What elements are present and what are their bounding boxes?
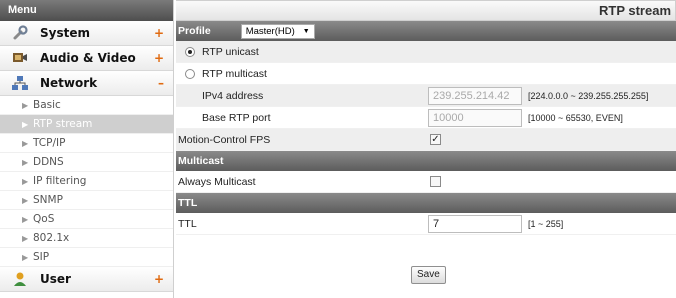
motion-fps-row: Motion-Control FPS ✓ — [176, 129, 676, 151]
ipv4-row: IPv4 address 239.255.214.42 [224.0.0.0 ~… — [176, 85, 676, 107]
sidebar-category-label: User — [40, 272, 71, 286]
sidebar-item-rtp-stream[interactable]: ▶ RTP stream — [0, 115, 173, 134]
sidebar-item-ip-filtering[interactable]: ▶ IP filtering — [0, 172, 173, 191]
bullet-arrow-icon: ▶ — [22, 215, 29, 224]
expand-icon[interactable]: + — [154, 26, 164, 40]
base-port-label: Base RTP port — [202, 111, 271, 124]
ttl-label: TTL — [178, 217, 197, 230]
bullet-arrow-icon: ▶ — [22, 139, 29, 148]
rtp-multicast-label: RTP multicast — [202, 67, 267, 80]
page-title: RTP stream — [176, 0, 676, 21]
base-port-field[interactable]: 10000 — [428, 108, 522, 127]
rtp-unicast-label: RTP unicast — [202, 45, 259, 58]
rtp-unicast-radio[interactable] — [185, 46, 195, 57]
ipv4-hint: [224.0.0.0 ~ 239.255.255.255] — [528, 90, 649, 101]
sidebar-item-ddns[interactable]: ▶ DDNS — [0, 153, 173, 172]
sidebar: Menu System + Audio & Video + Network – … — [0, 0, 174, 298]
bullet-arrow-icon: ▶ — [22, 120, 29, 129]
profile-label: Profile — [178, 25, 211, 37]
chevron-down-icon: ▼ — [302, 27, 310, 35]
expand-icon[interactable]: + — [154, 272, 164, 286]
base-port-hint: [10000 ~ 65530, EVEN] — [528, 112, 623, 123]
bullet-arrow-icon: ▶ — [22, 158, 29, 167]
collapse-icon[interactable]: – — [158, 76, 164, 90]
bullet-arrow-icon: ▶ — [22, 177, 29, 186]
sidebar-category-label: Audio & Video — [40, 51, 136, 65]
save-button[interactable]: Save — [411, 266, 446, 284]
profile-selected-value: Master(HD) — [245, 25, 295, 37]
bullet-arrow-icon: ▶ — [22, 101, 29, 110]
wrench-icon — [12, 25, 28, 41]
sidebar-category-label: Network — [40, 76, 98, 90]
menu-header: Menu — [0, 0, 173, 21]
media-icon — [12, 50, 28, 66]
user-icon — [12, 271, 28, 287]
bullet-arrow-icon: ▶ — [22, 196, 29, 205]
sidebar-item-tcp-ip[interactable]: ▶ TCP/IP — [0, 134, 173, 153]
sidebar-category-system[interactable]: System + — [0, 21, 173, 46]
rtp-multicast-row: RTP multicast — [176, 63, 676, 85]
sidebar-category-network[interactable]: Network – — [0, 71, 173, 96]
sidebar-item-snmp[interactable]: ▶ SNMP — [0, 191, 173, 210]
rtp-unicast-row: RTP unicast — [176, 41, 676, 63]
ttl-row: TTL 7 [1 ~ 255] — [176, 213, 676, 235]
ipv4-address-field[interactable]: 239.255.214.42 — [428, 86, 522, 105]
multicast-section-header: Multicast — [176, 151, 676, 171]
bullet-arrow-icon: ▶ — [22, 234, 29, 243]
sidebar-item-802-1x[interactable]: ▶ 802.1x — [0, 229, 173, 248]
ipv4-label: IPv4 address — [202, 89, 264, 102]
bullet-arrow-icon: ▶ — [22, 253, 29, 262]
ttl-hint: [1 ~ 255] — [528, 218, 564, 229]
expand-icon[interactable]: + — [154, 51, 164, 65]
always-multicast-checkbox[interactable] — [430, 176, 441, 187]
base-port-row: Base RTP port 10000 [10000 ~ 65530, EVEN… — [176, 107, 676, 129]
profile-select[interactable]: Master(HD) ▼ — [240, 23, 315, 39]
sidebar-category-user[interactable]: User + — [0, 267, 173, 292]
ttl-field[interactable]: 7 — [428, 214, 522, 233]
sidebar-category-audio-video[interactable]: Audio & Video + — [0, 46, 173, 71]
sidebar-item-sip[interactable]: ▶ SIP — [0, 248, 173, 267]
network-icon — [12, 75, 28, 91]
rtp-multicast-radio[interactable] — [185, 68, 195, 79]
motion-fps-label: Motion-Control FPS — [178, 133, 271, 146]
main-panel: RTP stream Profile Master(HD) ▼ RTP unic… — [176, 0, 676, 298]
sidebar-item-basic[interactable]: ▶ Basic — [0, 96, 173, 115]
profile-section-header: Profile Master(HD) ▼ — [176, 21, 676, 41]
motion-fps-checkbox[interactable]: ✓ — [430, 134, 441, 145]
ttl-section-header: TTL — [176, 193, 676, 213]
sidebar-item-qos[interactable]: ▶ QoS — [0, 210, 173, 229]
always-multicast-label: Always Multicast — [178, 175, 256, 188]
sidebar-category-label: System — [40, 26, 90, 40]
always-multicast-row: Always Multicast — [176, 171, 676, 193]
